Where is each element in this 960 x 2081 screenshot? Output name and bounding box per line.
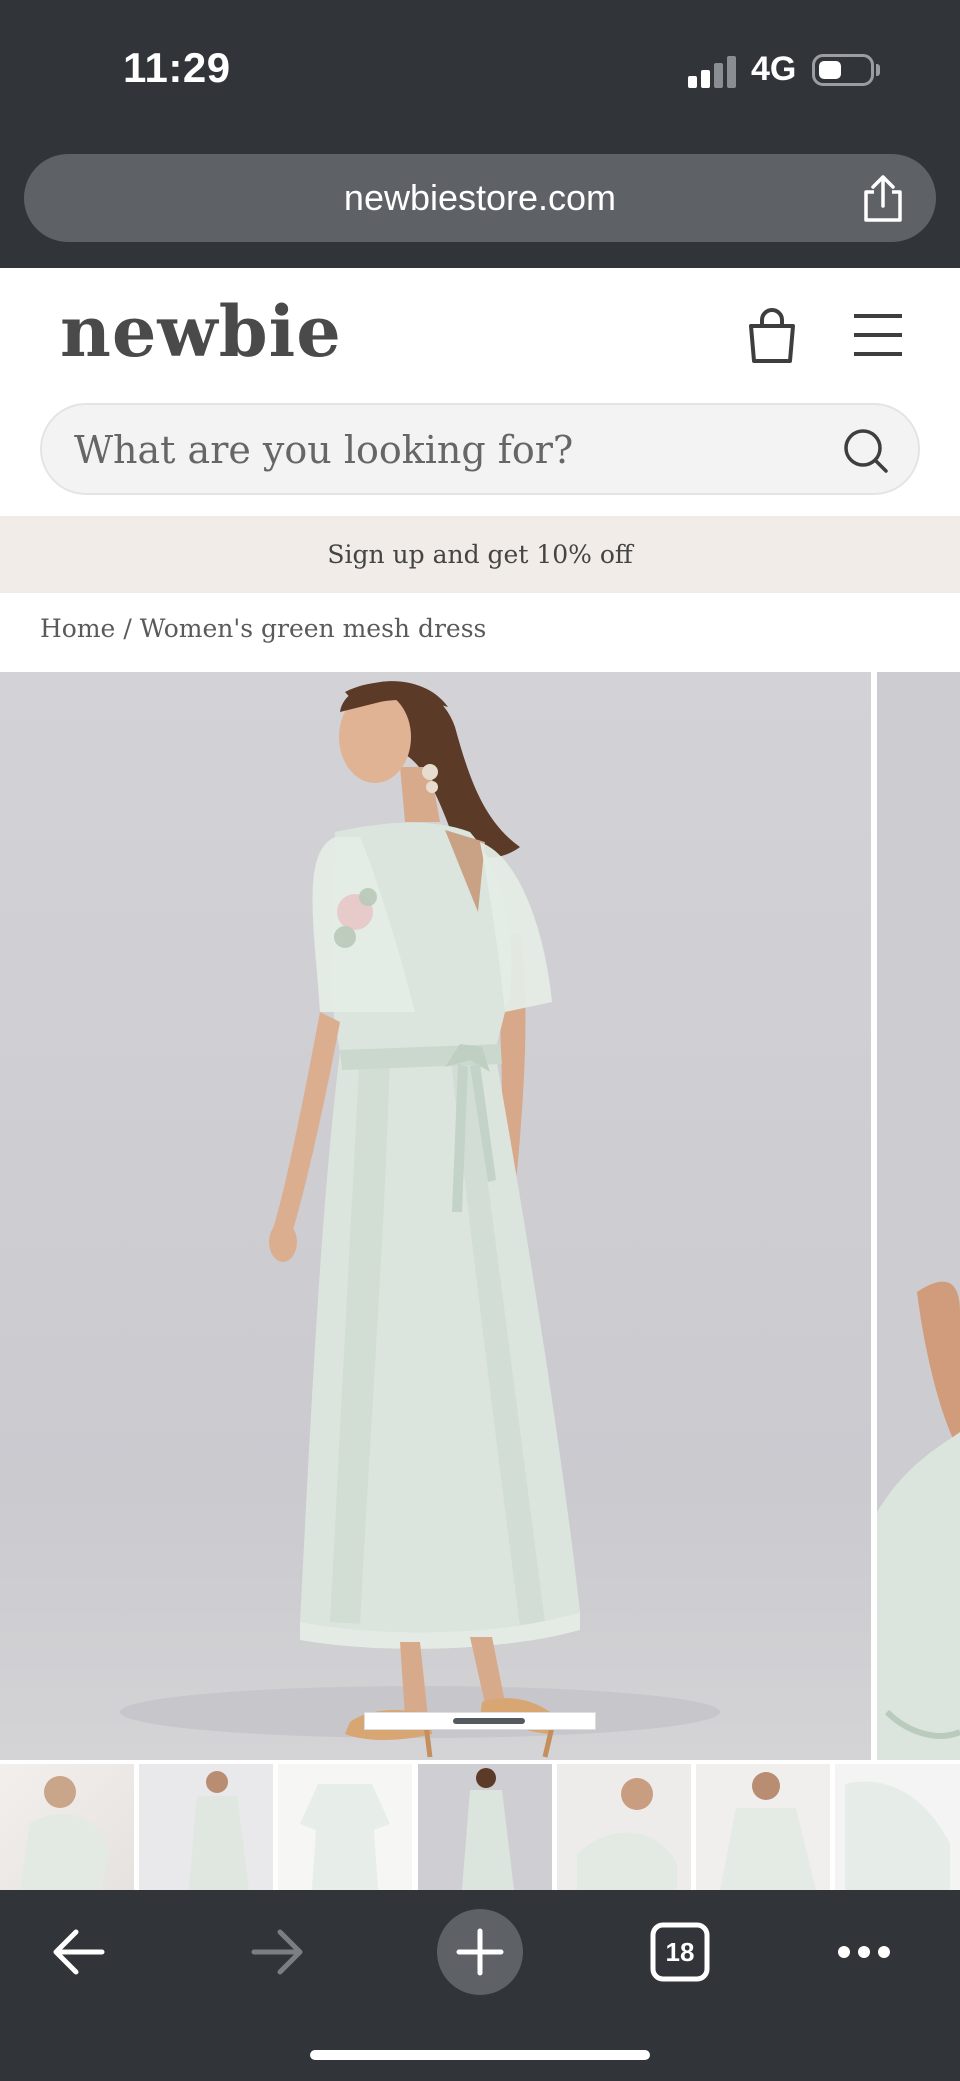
site-logo[interactable]: newbie xyxy=(60,290,342,373)
home-indicator[interactable] xyxy=(310,2050,650,2060)
plus-icon[interactable] xyxy=(437,1909,523,1995)
product-gallery[interactable] xyxy=(0,672,960,1760)
gallery-scroll-thumb xyxy=(453,1718,525,1724)
battery-tip xyxy=(876,64,880,76)
more-dots-icon[interactable] xyxy=(836,1940,892,1964)
network-type: 4G xyxy=(751,50,797,88)
tabs-button[interactable]: 18 xyxy=(650,1922,710,1982)
hamburger-menu-icon[interactable] xyxy=(852,312,904,358)
battery-icon xyxy=(812,54,874,86)
browser-top-chrome: 11:29 4G newbiestore.com xyxy=(0,0,960,268)
thumbnail-3[interactable] xyxy=(278,1764,412,1890)
arrow-left-icon[interactable] xyxy=(48,1922,108,1982)
thumbnail-7[interactable] xyxy=(835,1764,960,1890)
search-bar[interactable] xyxy=(40,403,920,495)
share-icon[interactable] xyxy=(860,174,906,224)
shopping-bag-icon[interactable] xyxy=(746,308,798,364)
status-time: 11:29 xyxy=(123,44,231,91)
breadcrumb: Home / Women's green mesh dress xyxy=(40,614,486,643)
thumbnail-2[interactable] xyxy=(139,1764,273,1890)
signal-strength-icon xyxy=(688,54,738,88)
arrow-right-icon[interactable] xyxy=(248,1922,308,1982)
thumbnail-4-active[interactable] xyxy=(418,1764,552,1890)
thumbnail-5[interactable] xyxy=(557,1764,691,1890)
tab-count[interactable]: 18 xyxy=(650,1922,710,1982)
promo-banner[interactable]: Sign up and get 10% off xyxy=(0,516,960,593)
product-next-image-peek[interactable] xyxy=(877,672,960,1760)
breadcrumb-home-link[interactable]: Home xyxy=(40,614,115,643)
search-input[interactable] xyxy=(72,405,836,495)
breadcrumb-current: Women's green mesh dress xyxy=(139,614,487,643)
gallery-scroll-indicator xyxy=(364,1712,596,1730)
search-icon[interactable] xyxy=(842,427,888,473)
thumbnail-6[interactable] xyxy=(696,1764,830,1890)
breadcrumb-separator: / xyxy=(123,614,132,643)
address-bar[interactable]: newbiestore.com xyxy=(24,154,936,242)
thumbnail-1[interactable] xyxy=(0,1764,134,1890)
promo-text[interactable]: Sign up and get 10% off xyxy=(0,516,960,593)
product-main-image[interactable] xyxy=(0,672,871,1760)
model-illustration xyxy=(120,681,720,1758)
url-text[interactable]: newbiestore.com xyxy=(24,154,936,242)
thumbnail-strip[interactable] xyxy=(0,1764,960,1890)
